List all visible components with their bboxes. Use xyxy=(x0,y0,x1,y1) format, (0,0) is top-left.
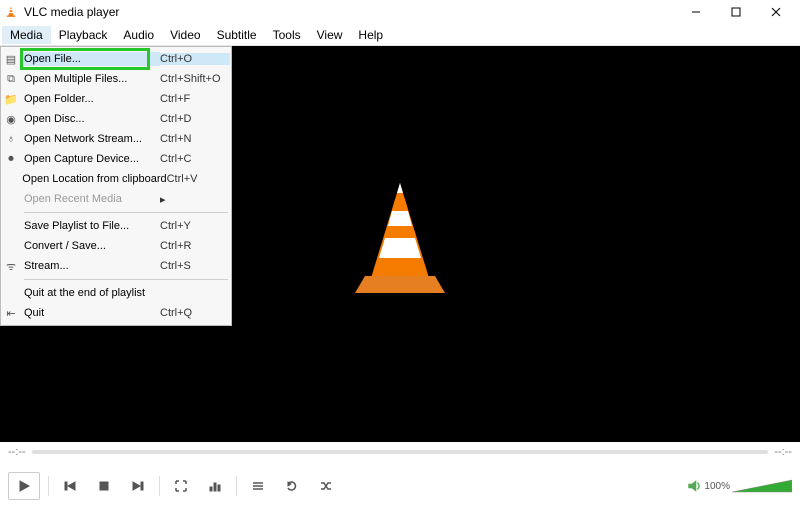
vlc-cone-icon xyxy=(4,5,18,19)
menu-separator xyxy=(24,279,228,280)
loop-icon xyxy=(285,479,299,493)
submenu-arrow-icon: ▸ xyxy=(160,193,230,206)
stop-icon xyxy=(97,479,111,493)
media-dropdown: ▤ Open File... Ctrl+O ⧉ Open Multiple Fi… xyxy=(0,46,232,326)
shuffle-icon xyxy=(319,479,333,493)
menu-open-network-stream[interactable]: ♁ Open Network Stream... Ctrl+N xyxy=(2,129,230,149)
network-icon: ♁ xyxy=(2,133,20,145)
capture-icon: ⏺ xyxy=(2,153,20,166)
menu-view[interactable]: View xyxy=(309,26,351,44)
separator xyxy=(159,476,160,496)
play-icon xyxy=(17,479,31,493)
menu-convert-save[interactable]: Convert / Save... Ctrl+R xyxy=(2,236,230,256)
maximize-button[interactable] xyxy=(716,0,756,24)
volume-percent: 100% xyxy=(704,481,730,492)
vlc-cone-logo xyxy=(345,178,455,298)
menu-open-folder[interactable]: 📁 Open Folder... Ctrl+F xyxy=(2,89,230,109)
menu-open-location-clipboard[interactable]: Open Location from clipboard Ctrl+V xyxy=(2,169,230,189)
menubar: Media Playback Audio Video Subtitle Tool… xyxy=(0,24,800,46)
controls-bar: 100% xyxy=(0,462,800,510)
files-icon: ⧉ xyxy=(2,73,20,86)
quit-icon: ⇤ xyxy=(2,307,20,320)
close-button[interactable] xyxy=(756,0,796,24)
titlebar: VLC media player xyxy=(0,0,800,24)
menu-subtitle[interactable]: Subtitle xyxy=(209,26,265,44)
next-button[interactable] xyxy=(125,474,151,498)
equalizer-icon xyxy=(208,479,222,493)
playlist-button[interactable] xyxy=(245,474,271,498)
menu-quit[interactable]: ⇤ Quit Ctrl+Q xyxy=(2,303,230,323)
folder-icon: 📁 xyxy=(2,93,20,106)
play-button[interactable] xyxy=(8,472,40,500)
extended-settings-button[interactable] xyxy=(202,474,228,498)
menu-video[interactable]: Video xyxy=(162,26,208,44)
menu-save-playlist[interactable]: Save Playlist to File... Ctrl+Y xyxy=(2,216,230,236)
previous-button[interactable] xyxy=(57,474,83,498)
disc-icon: ◉ xyxy=(2,113,20,126)
menu-media[interactable]: Media xyxy=(2,26,51,44)
seekbar: --:-- --:-- xyxy=(0,442,800,462)
menu-open-recent-media[interactable]: Open Recent Media ▸ xyxy=(2,189,230,209)
menu-separator xyxy=(24,212,228,213)
prev-icon xyxy=(63,479,77,493)
separator xyxy=(48,476,49,496)
volume-control[interactable]: 100% xyxy=(686,478,792,494)
menu-audio[interactable]: Audio xyxy=(115,26,162,44)
separator xyxy=(236,476,237,496)
fullscreen-button[interactable] xyxy=(168,474,194,498)
speaker-icon xyxy=(686,478,702,494)
minimize-button[interactable] xyxy=(676,0,716,24)
menu-quit-end-playlist[interactable]: Quit at the end of playlist xyxy=(2,283,230,303)
menu-open-disc[interactable]: ◉ Open Disc... Ctrl+D xyxy=(2,109,230,129)
loop-button[interactable] xyxy=(279,474,305,498)
menu-playback[interactable]: Playback xyxy=(51,26,116,44)
time-elapsed: --:-- xyxy=(8,446,26,458)
stream-icon: ᯤ xyxy=(2,259,20,274)
next-icon xyxy=(131,479,145,493)
menu-tools[interactable]: Tools xyxy=(265,26,309,44)
menu-help[interactable]: Help xyxy=(350,26,391,44)
shuffle-button[interactable] xyxy=(313,474,339,498)
menu-open-capture-device[interactable]: ⏺ Open Capture Device... Ctrl+C xyxy=(2,149,230,169)
time-total: --:-- xyxy=(774,446,792,458)
fullscreen-icon xyxy=(174,479,188,493)
seek-track[interactable] xyxy=(32,450,769,454)
menu-stream[interactable]: ᯤ Stream... Ctrl+S xyxy=(2,256,230,276)
window-title: VLC media player xyxy=(24,5,676,19)
stop-button[interactable] xyxy=(91,474,117,498)
menu-open-multiple-files[interactable]: ⧉ Open Multiple Files... Ctrl+Shift+O xyxy=(2,69,230,89)
menu-open-file[interactable]: ▤ Open File... Ctrl+O xyxy=(2,49,230,69)
file-icon: ▤ xyxy=(2,53,20,66)
playlist-icon xyxy=(251,479,265,493)
volume-slider[interactable] xyxy=(732,478,792,494)
